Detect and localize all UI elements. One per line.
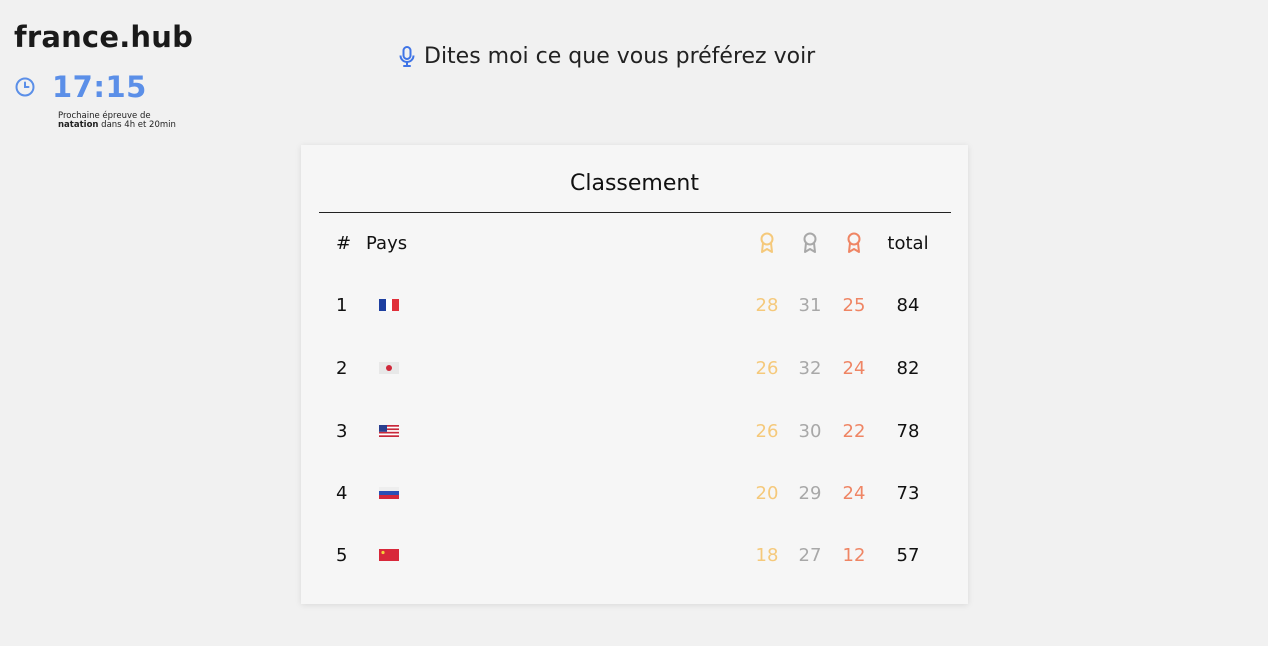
bronze-medal-icon [840, 232, 868, 259]
row-total: 73 [896, 483, 920, 504]
row-bronze: 22 [842, 421, 866, 442]
row-total: 82 [896, 358, 920, 379]
brand-logo: france.hub [14, 20, 194, 54]
clock: 17:15 [14, 70, 147, 104]
page: france.hub 17:15 Prochaine épreuve de na… [0, 0, 1268, 646]
row-gold: 28 [755, 295, 779, 316]
clock-time: 17:15 [52, 70, 147, 104]
row-gold: 26 [755, 358, 779, 379]
next-event-text: Prochaine épreuve de natation dans 4h et… [58, 112, 188, 130]
row-bronze: 24 [842, 358, 866, 379]
row-rank: 4 [336, 483, 348, 504]
row-gold: 26 [755, 421, 779, 442]
header-total: total [887, 233, 929, 254]
clock-icon [15, 77, 35, 97]
voice-prompt-text: Dites moi ce que vous préférez voir [424, 44, 816, 69]
row-total: 78 [896, 421, 920, 442]
header-country: Pays [366, 233, 408, 254]
usa-flag-icon [379, 425, 399, 437]
table-row[interactable]: 2 26 32 24 82 [301, 354, 968, 384]
next-event-suffix: dans 4h et 20min [98, 120, 176, 130]
japan-flag-icon [379, 362, 399, 374]
next-event-sport: natation [58, 120, 99, 130]
table-row[interactable]: 1 28 31 25 84 [301, 291, 968, 321]
china-flag-icon [379, 549, 399, 561]
row-bronze: 12 [842, 545, 866, 566]
row-bronze: 24 [842, 483, 866, 504]
row-rank: 2 [336, 358, 348, 379]
row-total: 84 [896, 295, 920, 316]
france-flag-icon [379, 299, 399, 311]
row-rank: 3 [336, 421, 348, 442]
gold-medal-icon [753, 232, 781, 259]
row-silver: 31 [798, 295, 822, 316]
row-silver: 29 [798, 483, 822, 504]
table-row[interactable]: 4 20 29 24 73 [301, 479, 968, 509]
voice-prompt[interactable]: Dites moi ce que vous préférez voir [398, 44, 815, 69]
table-header: # Pays total [301, 229, 968, 259]
header-rank: # [336, 233, 352, 254]
row-silver: 32 [798, 358, 822, 379]
row-gold: 20 [755, 483, 779, 504]
table-row[interactable]: 5 18 27 12 57 [301, 541, 968, 571]
row-total: 57 [896, 545, 920, 566]
row-silver: 27 [798, 545, 822, 566]
divider [319, 212, 951, 213]
row-gold: 18 [755, 545, 779, 566]
russia-flag-icon [379, 487, 399, 499]
table-row[interactable]: 3 26 30 22 78 [301, 417, 968, 447]
microphone-icon[interactable] [398, 45, 416, 69]
silver-medal-icon [796, 232, 824, 259]
row-silver: 30 [798, 421, 822, 442]
row-rank: 1 [336, 295, 348, 316]
ranking-title: Classement [570, 171, 699, 196]
row-bronze: 25 [842, 295, 866, 316]
row-rank: 5 [336, 545, 348, 566]
ranking-card: Classement # Pays total 1 28 31 25 84 2 … [301, 145, 968, 604]
